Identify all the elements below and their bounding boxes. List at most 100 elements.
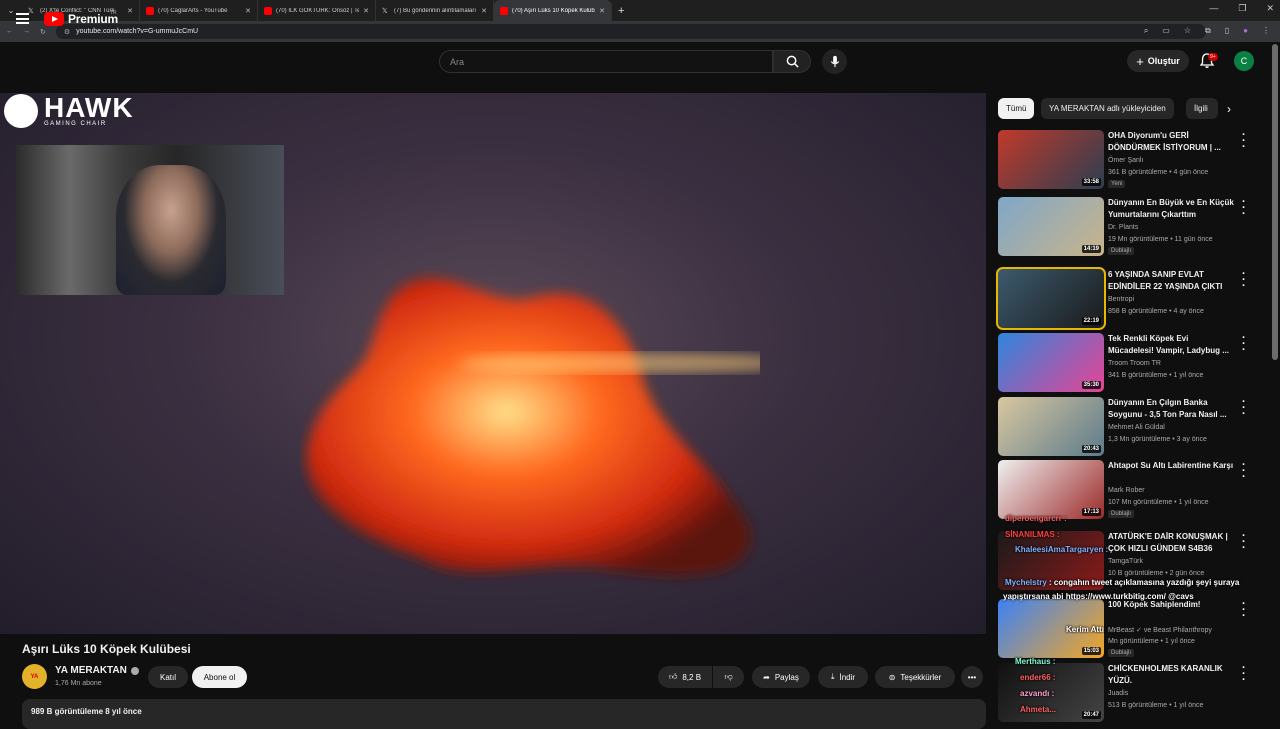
chevron-right-icon[interactable]: › — [1227, 102, 1231, 116]
chat-text: : congahın tweet açıklamasına yazdığı şe… — [1046, 578, 1240, 587]
video-thumbnail[interactable]: 22:19 — [996, 267, 1106, 330]
forward-icon[interactable]: → — [23, 28, 30, 35]
cast-icon[interactable]: ▭ — [1162, 26, 1170, 36]
video-thumbnail[interactable]: 20:43 — [998, 397, 1104, 456]
recommendation-item[interactable]: 22:19 6 YAŞINDA SANIP EVLAT EDİNDİLER 22 … — [996, 267, 1268, 330]
join-button[interactable]: Katıl — [148, 666, 188, 688]
thanks-button[interactable]: ⊜ Teşekkürler — [875, 666, 955, 688]
recommendation-title[interactable]: CHİCKENHOLMES KARANLIK YÜZÜ. — [1108, 663, 1236, 687]
more-vertical-icon[interactable]: · · · — [1242, 130, 1246, 153]
site-info-icon[interactable]: ⚙ — [64, 28, 70, 36]
browser-tab[interactable]: (70) CaglarArts - YouTube ✕ — [140, 0, 258, 21]
like-button[interactable]: 👍︎ 8,2 B — [658, 666, 712, 688]
recommendation-item[interactable]: 15:03 100 Köpek Sahiplendim! MrBeast ✓ ve … — [998, 599, 1268, 659]
description-box[interactable]: 989 B görüntüleme 8 yıl önce — [22, 699, 986, 729]
recommendation-title[interactable]: Dünyanın En Çılgın Banka Soygunu - 3,5 T… — [1108, 397, 1236, 421]
recommendation-item[interactable]: 20:43 Dünyanın En Çılgın Banka Soygunu - … — [998, 397, 1268, 457]
recommendation-channel[interactable]: Juadis — [1108, 690, 1128, 697]
more-actions-button[interactable]: ••• — [961, 666, 983, 688]
recommendation-badge: Dublajlı — [1108, 649, 1135, 657]
recommendation-title[interactable]: Tek Renkli Köpek Evi Mücadelesi! Vampir,… — [1108, 333, 1236, 357]
chat-message: Ahmeta... — [1020, 705, 1057, 714]
voice-search-button[interactable] — [822, 49, 847, 74]
bookmark-star-icon[interactable]: ☆ — [1184, 26, 1191, 36]
recommendation-meta: Mn görüntüleme • 1 yıl önce — [1108, 638, 1195, 645]
thanks-icon: ⊜ — [888, 672, 896, 682]
recommendation-channel[interactable]: MrBeast ✓ ve Beast Philanthropy — [1108, 626, 1212, 634]
close-icon[interactable]: ✕ — [245, 7, 251, 15]
search-input[interactable]: Ara — [439, 50, 773, 73]
chip-from-uploader[interactable]: YA MERAKTAN adlı yükleyiciden — [1041, 98, 1174, 119]
browser-tab[interactable]: (70) İLK GÖKTÜRK: Önsöz | Tes ✕ — [258, 0, 376, 21]
more-vertical-icon[interactable]: · · · — [1242, 269, 1246, 292]
recommendation-meta: 513 B görüntüleme • 1 yıl önce — [1108, 702, 1204, 709]
share-icon: ➦ — [763, 672, 770, 682]
video-thumbnail[interactable]: 14:19 — [998, 197, 1104, 256]
more-vertical-icon[interactable]: · · · — [1242, 197, 1246, 220]
browser-tab[interactable]: 𝕏 (7) Bu gönderinin alıntılamaları ✕ — [376, 0, 494, 21]
page-scrollbar[interactable] — [1272, 44, 1278, 360]
recommendation-title[interactable]: Ahtapot Su Altı Labirentine Karşı — [1108, 460, 1236, 472]
download-button[interactable]: ⤓ İndir — [818, 666, 868, 688]
more-vertical-icon[interactable]: · · · — [1242, 531, 1246, 554]
recommendation-meta: 1,3 Mn görüntüleme • 3 ay önce — [1108, 436, 1207, 443]
video-thumbnail[interactable]: 33:58 — [998, 130, 1104, 189]
recommendation-item[interactable]: 17:13 Ahtapot Su Altı Labirentine Karşı Ma… — [998, 460, 1268, 520]
more-vertical-icon[interactable]: · · · — [1242, 333, 1246, 356]
close-icon[interactable]: ✕ — [363, 7, 369, 15]
channel-avatar[interactable]: YA — [22, 664, 47, 689]
create-button[interactable]: + Oluştur — [1127, 50, 1189, 72]
new-tab-button[interactable]: + — [612, 5, 630, 17]
menu-icon[interactable]: ⋮ — [1262, 26, 1270, 36]
close-icon[interactable]: ✕ — [481, 7, 487, 15]
recommendation-item[interactable]: 14:19 Dünyanın En Büyük ve En Küçük Yumur… — [998, 197, 1268, 257]
video-thumbnail[interactable]: 17:13 — [998, 460, 1104, 519]
recommendation-title[interactable]: ATATÜRK'E DAİR KONUŞMAK | ÇOK HIZLI GÜND… — [1108, 531, 1236, 555]
chip-related[interactable]: İlgili — [1186, 98, 1218, 119]
recommendation-channel[interactable]: TamgaTürk — [1108, 558, 1143, 565]
recommendation-item[interactable]: 35:30 Tek Renkli Köpek Evi Mücadelesi! Va… — [998, 333, 1268, 393]
recommendation-meta: 10 B görüntüleme • 2 gün önce — [1108, 570, 1205, 577]
more-vertical-icon[interactable]: · · · — [1242, 663, 1246, 686]
more-vertical-icon[interactable]: · · · — [1242, 460, 1246, 483]
recommendation-title[interactable]: Dünyanın En Büyük ve En Küçük Yumurtalar… — [1108, 197, 1236, 221]
recommendation-channel[interactable]: Ömer Şanlı — [1108, 157, 1143, 164]
chip-all[interactable]: Tümü — [998, 98, 1035, 119]
sidebar-icon[interactable]: ▯ — [1225, 26, 1229, 36]
recommendation-channel[interactable]: Mehmet Ali Güldal — [1108, 424, 1165, 431]
share-button[interactable]: ➦ Paylaş — [752, 666, 810, 688]
recommendation-item[interactable]: 33:58 OHA Diyorum'u GERİ DÖNDÜRMEK İSTİYO… — [998, 130, 1268, 190]
video-thumbnail[interactable]: 35:30 — [998, 333, 1104, 392]
close-icon[interactable]: ✕ — [599, 7, 605, 15]
browser-tab-active[interactable]: (70) Aşırı Lüks 10 Köpek Kulübe ✕ — [494, 0, 612, 21]
hawk-text: HAWK GAMING CHAIR — [44, 94, 134, 128]
zoom-icon[interactable]: ⌕ — [1144, 26, 1148, 36]
more-vertical-icon[interactable]: · · · — [1242, 397, 1246, 420]
subscribe-button[interactable]: Abone ol — [192, 666, 247, 688]
recommendation-channel[interactable]: Dr. Plants — [1108, 224, 1138, 231]
recommendation-channel[interactable]: Mark Rober — [1108, 487, 1145, 494]
youtube-logo[interactable]: Premium TR — [44, 10, 118, 26]
close-icon[interactable]: ✕ — [127, 7, 133, 15]
recommendation-channel[interactable]: Bentropi — [1108, 296, 1134, 303]
channel-name[interactable]: YA MERAKTAN — [55, 665, 139, 676]
recommendation-meta: 19 Mn görüntüleme • 11 gün önce — [1108, 236, 1213, 243]
maximize-icon[interactable]: ❐ — [1238, 3, 1246, 14]
minimize-icon[interactable]: — — [1209, 3, 1218, 14]
profile-icon[interactable]: ● — [1243, 26, 1248, 36]
more-vertical-icon[interactable]: · · · — [1242, 599, 1246, 622]
menu-icon[interactable] — [16, 13, 29, 24]
close-window-icon[interactable]: ✕ — [1266, 3, 1274, 14]
extensions-icon[interactable]: ⧉ — [1205, 26, 1211, 36]
reload-icon[interactable]: ↻ — [40, 28, 46, 36]
recommendation-title[interactable]: 6 YAŞINDA SANIP EVLAT EDİNDİLER 22 YAŞIN… — [1108, 269, 1236, 293]
dislike-button[interactable]: 👎︎ — [713, 666, 744, 688]
back-icon[interactable]: ← — [6, 28, 13, 35]
recommendation-title[interactable]: OHA Diyorum'u GERİ DÖNDÜRMEK İSTİYORUM |… — [1108, 130, 1236, 154]
recommendation-channel[interactable]: Troom Troom TR — [1108, 360, 1161, 367]
youtube-play-icon — [44, 12, 64, 26]
account-avatar[interactable]: C — [1234, 51, 1254, 71]
search-button[interactable] — [773, 50, 811, 73]
url-field[interactable]: ⚙ youtube.com/watch?v=G-ummuJcCmU — [55, 24, 1206, 39]
chat-message: yapıştırsana abi https://www.turkbitig.c… — [1003, 592, 1194, 601]
